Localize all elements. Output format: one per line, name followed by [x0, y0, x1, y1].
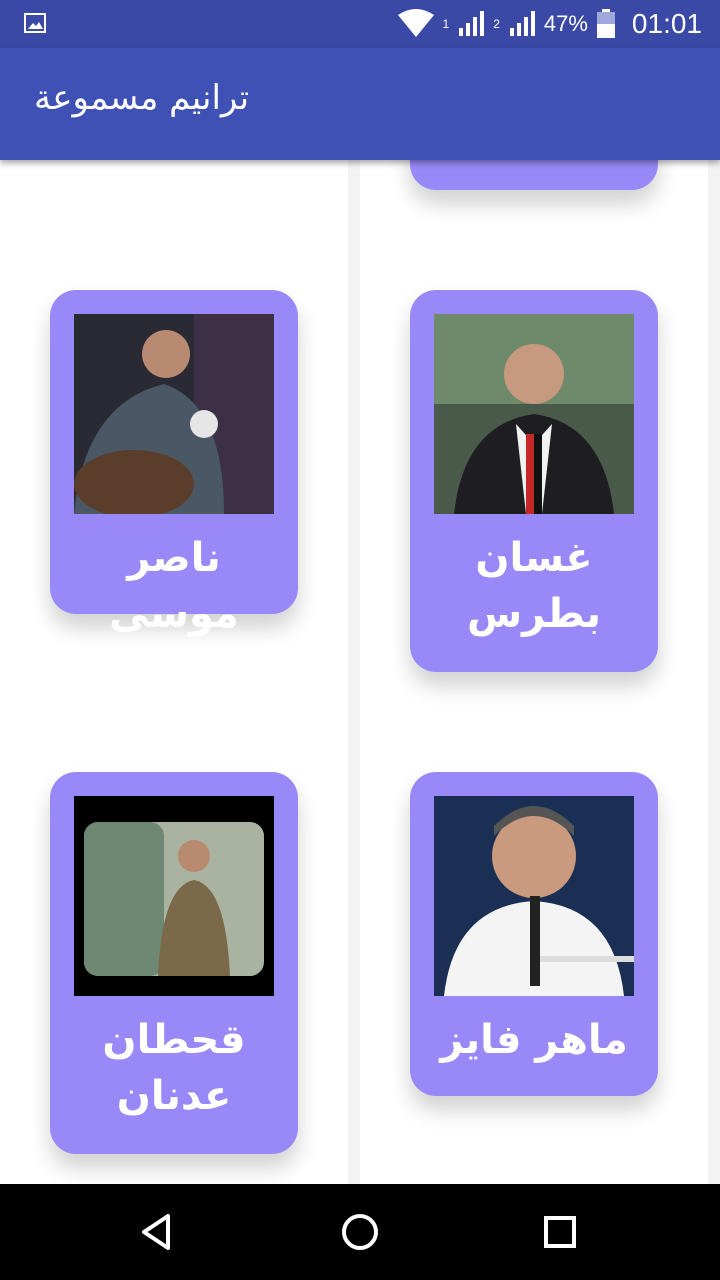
navigation-bar	[0, 1184, 720, 1280]
artist-card-partial[interactable]	[410, 160, 658, 190]
artist-card[interactable]: قحطان عدنان	[50, 772, 298, 1154]
artist-photo	[74, 314, 274, 514]
grid-cell	[0, 160, 348, 240]
sim1-label: 1	[442, 17, 450, 31]
page-title: ترانيم مسموعة	[34, 78, 250, 118]
artist-photo	[434, 796, 634, 996]
artist-name: ناصر موسى	[109, 535, 239, 637]
signal-icon	[459, 11, 485, 36]
artist-grid[interactable]: غسان بطرس ناصر موسى ماهر فايز قحطان عدنا…	[0, 160, 720, 1184]
artist-photo	[434, 314, 634, 514]
artist-name: غسان بطرس	[466, 535, 602, 637]
artist-card[interactable]: غسان بطرس	[410, 290, 658, 672]
battery-icon	[596, 9, 615, 38]
recents-icon[interactable]	[536, 1208, 584, 1256]
status-bar: 1 2 47% 01:01	[0, 0, 720, 48]
back-icon[interactable]	[136, 1208, 184, 1256]
app-bar: ترانيم مسموعة	[0, 48, 720, 160]
artist-card[interactable]: ماهر فايز	[410, 772, 658, 1096]
sim2-label: 2	[493, 17, 500, 31]
wifi-icon	[397, 9, 434, 37]
artist-name: قحطان عدنان	[102, 1017, 246, 1119]
gallery-icon	[24, 13, 46, 33]
artist-name: ماهر فايز	[440, 1017, 628, 1063]
battery-percent: 47%	[543, 11, 588, 36]
clock: 01:01	[631, 8, 702, 39]
artist-photo	[74, 796, 274, 996]
home-icon[interactable]	[336, 1208, 384, 1256]
artist-card[interactable]: ناصر موسى	[50, 290, 298, 637]
signal-icon	[509, 11, 535, 36]
